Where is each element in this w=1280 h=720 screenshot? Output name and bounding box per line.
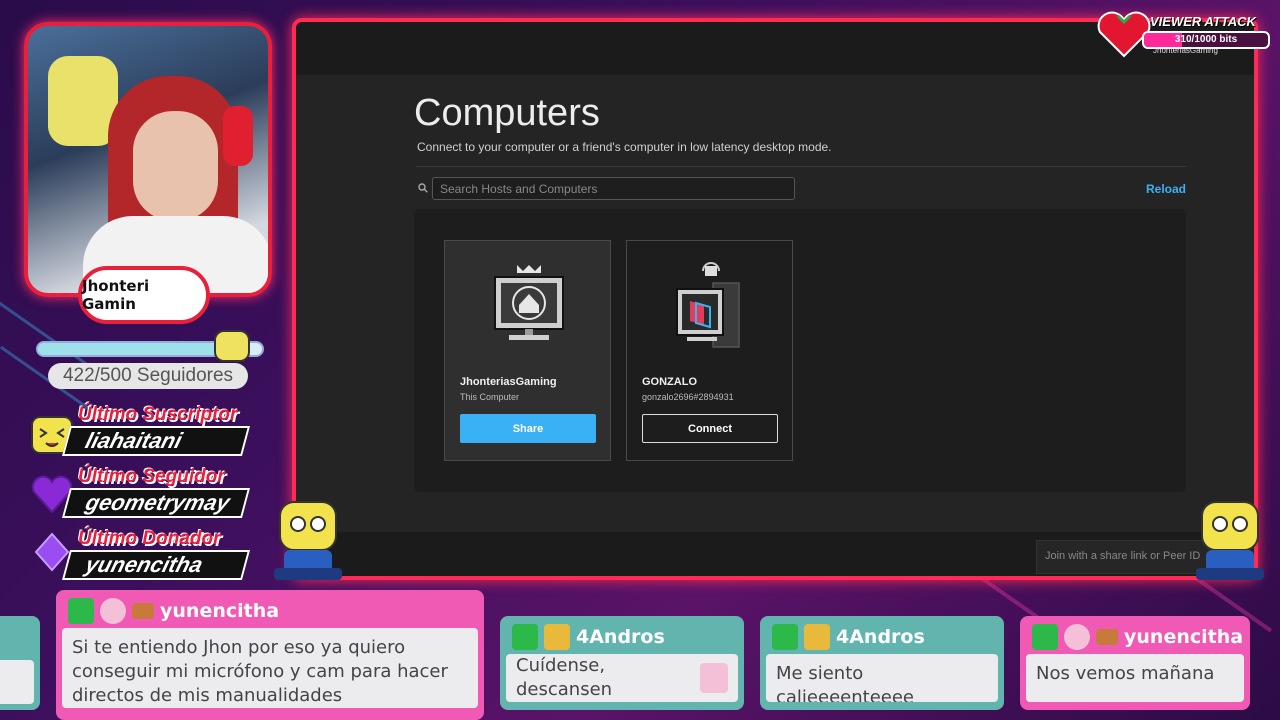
- desktop-computer-icon: [676, 262, 740, 348]
- mascot-right-icon: [1196, 501, 1264, 580]
- search-icon: [418, 183, 428, 193]
- chat-message-text: Nos vemos mañana: [1026, 654, 1244, 702]
- chat-message-text: Cuídense, descansen: [506, 654, 738, 702]
- chat-username: 4Andros: [576, 626, 665, 648]
- page-subtitle: Connect to your computer or a friend's c…: [417, 140, 832, 154]
- gift-badge-icon: [1096, 629, 1118, 645]
- chat-message: 4Andros Me siento calieeeenteeee: [760, 616, 1004, 710]
- last-subscriber-label: Último Suscriptor: [78, 404, 238, 425]
- webcam-feed: [24, 22, 272, 297]
- chat-message-text: [0, 660, 34, 704]
- sword-badge-icon: [1032, 624, 1058, 650]
- computer-name: GONZALO: [642, 376, 697, 388]
- followers-count: 422/500 Seguidores: [48, 363, 248, 389]
- sword-badge-icon: [68, 598, 94, 624]
- last-follower: Último Seguidor geometrymay: [60, 466, 251, 522]
- chat-message-body: Cuídense, descansen: [516, 655, 613, 700]
- sword-badge-icon: [512, 624, 538, 650]
- chat-message-header: 4Andros: [766, 620, 998, 654]
- computer-name: JhonteriasGaming: [460, 376, 557, 388]
- chat-username: yunencitha: [1124, 626, 1244, 648]
- channel-logo: Jhonteri Gamin: [78, 266, 210, 324]
- page-title: Computers: [414, 92, 600, 134]
- divider: [416, 166, 1186, 167]
- emote-icon: [700, 663, 728, 693]
- connect-button[interactable]: Connect: [642, 414, 778, 443]
- last-donor-name: yunencitha: [61, 550, 251, 580]
- computer-card-self[interactable]: JhonteriasGaming This Computer Share: [444, 240, 611, 461]
- chat-username: 4Andros: [836, 626, 925, 648]
- app-window: Computers Connect to your computer or a …: [292, 18, 1258, 580]
- chat-message-header: 4Andros: [506, 620, 738, 654]
- crown-badge-icon: [544, 624, 570, 650]
- chat-message-text: Si te entiendo Jhon por eso ya quiero co…: [62, 628, 478, 708]
- chat-message: 4Andros Cuídense, descansen: [500, 616, 744, 710]
- last-donor: Último Donador yunencitha: [60, 528, 251, 584]
- webcam-person-face: [133, 111, 218, 221]
- chat-message-header: yunencitha: [1026, 620, 1244, 654]
- last-subscriber: Último Suscriptor liahaitani: [60, 404, 251, 460]
- chat-message: yunencitha Si te entiendo Jhon por eso y…: [56, 590, 484, 720]
- computers-panel: JhonteriasGaming This Computer Share GON…: [414, 209, 1186, 492]
- home-computer-icon: [494, 265, 564, 340]
- chat-message: yunencitha Nos vemos mañana: [1020, 616, 1250, 710]
- share-button[interactable]: Share: [460, 414, 596, 443]
- mascot-icon: [214, 330, 250, 362]
- sword-badge-icon: [772, 624, 798, 650]
- reload-button[interactable]: Reload: [1146, 182, 1186, 196]
- computer-sub: gonzalo2696#2894931: [642, 392, 734, 402]
- last-donor-label: Último Donador: [78, 528, 221, 549]
- gift-badge-icon: [132, 603, 154, 619]
- mascot-left-icon: [274, 501, 342, 580]
- avatar-badge-icon: [100, 598, 126, 624]
- viewer-attack-title: VIEWER ATTACK: [1150, 14, 1256, 29]
- channel-logo-text: Jhonteri Gamin: [82, 277, 150, 313]
- search-input[interactable]: [432, 177, 795, 200]
- chat-message: [0, 616, 40, 710]
- followers-progress-fill: [38, 343, 228, 355]
- last-subscriber-name: liahaitani: [61, 426, 251, 456]
- last-follower-label: Último Seguidor: [78, 466, 225, 487]
- computer-sub: This Computer: [460, 392, 520, 402]
- viewer-attack-subtitle: JhonteriasGaming: [1153, 46, 1218, 55]
- computer-card-friend[interactable]: GONZALO gonzalo2696#2894931 Connect: [626, 240, 793, 461]
- computers-page: Computers Connect to your computer or a …: [296, 76, 1254, 532]
- webcam-headset: [223, 106, 253, 166]
- last-follower-name: geometrymay: [61, 488, 251, 518]
- chat-username: yunencitha: [160, 600, 280, 622]
- chat-message-text: Me siento calieeeenteeee: [766, 654, 998, 702]
- avatar-badge-icon: [1064, 624, 1090, 650]
- viewer-attack-progress-text: 310/1000 bits: [1174, 34, 1238, 45]
- crown-badge-icon: [804, 624, 830, 650]
- chat-message-header: yunencitha: [62, 594, 478, 628]
